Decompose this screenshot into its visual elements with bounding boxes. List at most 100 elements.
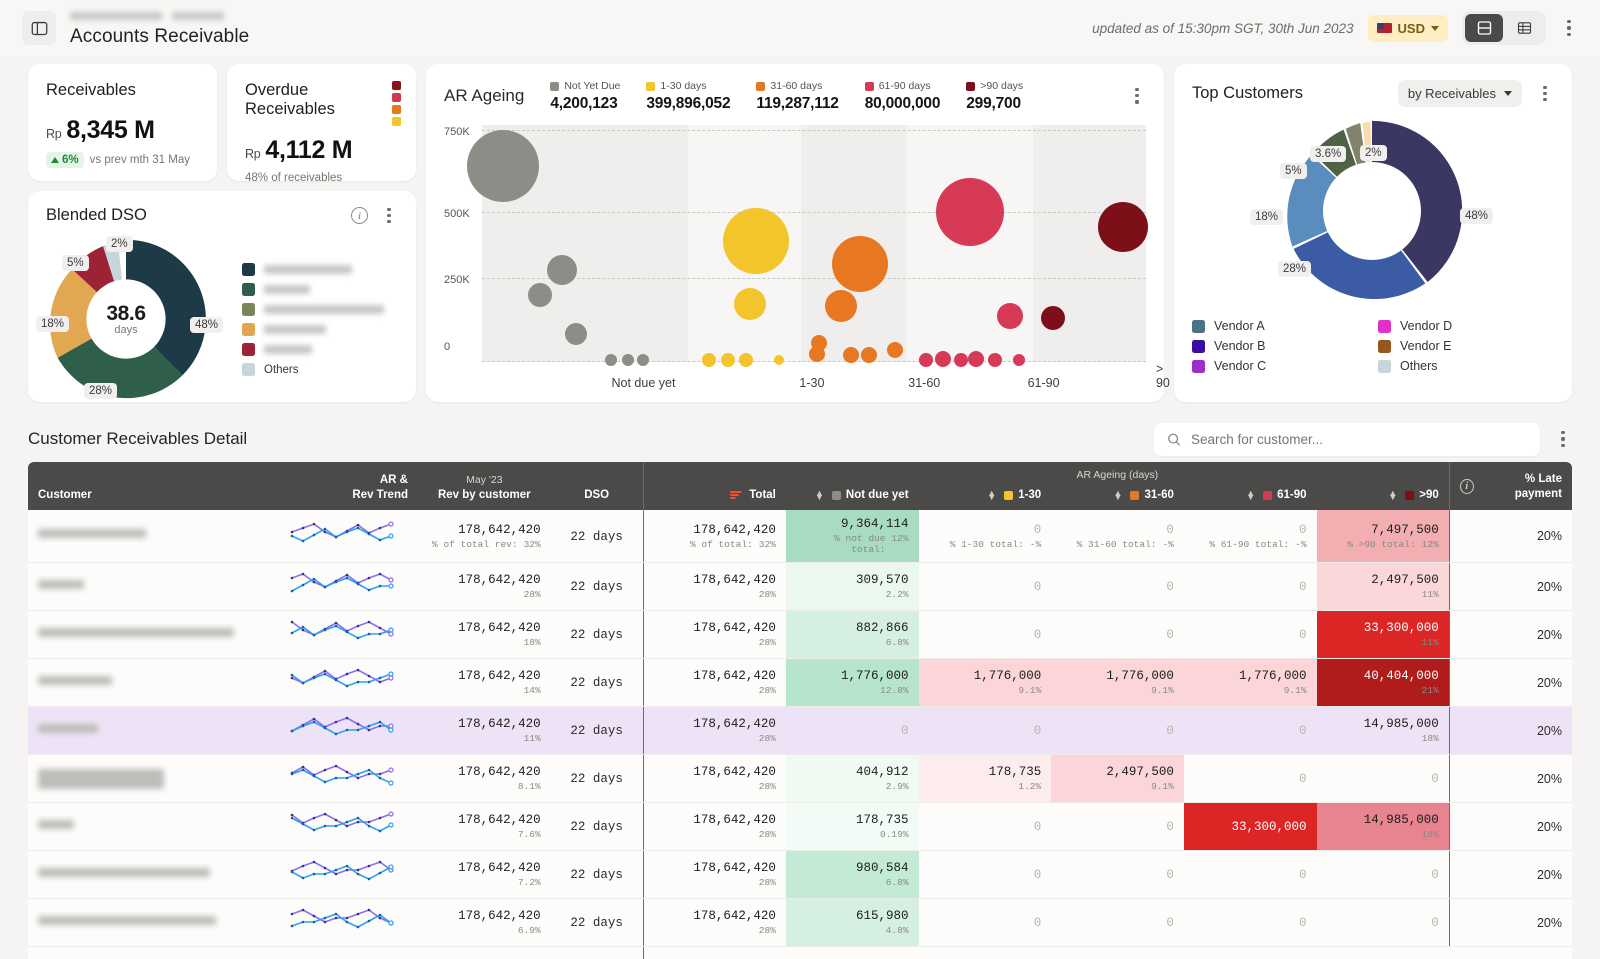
cell-rev-by-customer[interactable]: 178,642,420 8.1% [418, 754, 551, 803]
cell-rev-by-customer[interactable]: 178,642,420 % of total rev: 32% [418, 510, 551, 563]
scatter-bubble[interactable] [722, 207, 789, 274]
cell-customer[interactable] [28, 706, 270, 755]
cell-trend[interactable] [269, 706, 418, 755]
scatter-bubble[interactable] [733, 288, 766, 321]
cell-b90[interactable]: 33,300,000 11% [1316, 610, 1450, 659]
col-61-90[interactable]: ▲ ▼ 61-90 [1183, 483, 1317, 510]
scatter-bubble[interactable] [887, 342, 903, 359]
scatter-bubble[interactable] [832, 236, 889, 293]
cell-b90[interactable]: 14,985,000 18% [1316, 802, 1450, 851]
cell-b61_90[interactable]: 0 [1183, 706, 1317, 755]
cell-trend[interactable] [269, 510, 418, 563]
scatter-bubble[interactable] [918, 352, 933, 367]
cell-b1_30[interactable]: 0 [918, 562, 1052, 611]
sort-icon[interactable]: ▲ ▼ [815, 489, 824, 502]
cell-b31_60[interactable]: 0 [1051, 898, 1184, 947]
top-customers-more-menu[interactable] [1536, 85, 1554, 102]
kpi-card-receivables[interactable]: Receivables Rp 8,345 M 6% vs prev mth 31… [28, 64, 217, 181]
legend-item[interactable] [242, 323, 384, 336]
cell-customer[interactable] [28, 562, 270, 611]
cell-not_due[interactable]: 615,980 4.8% [785, 898, 919, 947]
table-row[interactable]: 178,642,420 7.6% 22 days 178,642,420 28%… [28, 802, 1572, 851]
cell-dso[interactable]: 22 days [550, 898, 644, 947]
cell-total[interactable]: 178,642,420 28% [642, 754, 786, 803]
cell-rev-by-customer[interactable]: 178,642,420 7.2% [418, 850, 551, 899]
cell-trend[interactable] [269, 562, 418, 611]
scatter-bubble[interactable] [988, 352, 1003, 367]
cell-late-payment[interactable]: 20% [1448, 754, 1572, 803]
scatter-bubble[interactable] [1097, 202, 1148, 253]
cell-b1_30[interactable]: 0 [918, 898, 1052, 947]
cell-customer[interactable] [28, 850, 270, 899]
cell-b61_90[interactable]: 1,776,000 9.1% [1183, 658, 1317, 707]
cell-b61_90[interactable]: 0 [1183, 562, 1317, 611]
cell-b90[interactable]: 0 [1316, 850, 1450, 899]
card-view-button[interactable] [1465, 14, 1503, 42]
cell-trend[interactable] [269, 898, 418, 947]
scatter-bubble[interactable] [467, 130, 540, 203]
scatter-bubble[interactable] [1041, 305, 1066, 330]
cell-not_due[interactable]: 404,912 2.9% [785, 754, 919, 803]
cell-customer[interactable] [28, 610, 270, 659]
cell-late-payment[interactable]: 20% [1448, 802, 1572, 851]
cell-rev-by-customer[interactable]: 178,642,420 11% [418, 706, 551, 755]
cell-late-payment[interactable]: 20% [1448, 850, 1572, 899]
ar-ageing-more-menu[interactable] [1128, 88, 1146, 104]
cell-b61_90[interactable]: 0 [1183, 754, 1317, 803]
cell-b61_90[interactable]: 33,300,000 [1183, 802, 1317, 851]
cell-b31_60[interactable]: 0 [1051, 706, 1184, 755]
scatter-bubble[interactable] [1012, 353, 1025, 366]
cell-trend[interactable] [269, 802, 418, 851]
cell-trend[interactable] [269, 850, 418, 899]
cell-total[interactable]: 178,642,420 28% [642, 658, 786, 707]
cell-late-payment[interactable]: 20% [1448, 562, 1572, 611]
scatter-bubble[interactable] [702, 352, 717, 367]
cell-customer[interactable] [28, 754, 270, 803]
blended-dso-donut[interactable]: 38.6 days 48% 28% 18% 5% 2% [36, 231, 226, 402]
legend-item-others[interactable]: Others [242, 363, 384, 376]
cell-late-payment[interactable]: 20% [1448, 658, 1572, 707]
legend-item-others[interactable]: Others [1378, 359, 1554, 373]
legend-item-vendor-e[interactable]: Vendor E [1378, 339, 1554, 353]
sort-icon[interactable]: ▲ ▼ [1246, 489, 1255, 502]
table-row[interactable]: 178,642,420 % of total rev: 32% 22 days 1… [28, 510, 1572, 563]
cell-not_due[interactable]: 1,776,000 12.8% [785, 658, 919, 707]
sort-icon[interactable]: ▲ ▼ [1388, 489, 1397, 502]
cell-b61_90[interactable]: 0 [1183, 850, 1317, 899]
scatter-bubble[interactable] [528, 283, 553, 308]
cell-dso[interactable]: 22 days [550, 610, 644, 659]
cell-total[interactable]: 178,642,420 28% [642, 802, 786, 851]
cell-b90[interactable]: 0 [1316, 898, 1450, 947]
cell-not_due[interactable]: 0 [785, 706, 919, 755]
search-box[interactable] [1154, 422, 1540, 456]
cell-not_due[interactable]: 309,570 2.2% [785, 562, 919, 611]
cell-not_due[interactable]: 9,364,114 % not due total: 12% [785, 510, 919, 563]
cell-customer[interactable] [28, 510, 270, 563]
kpi-card-overdue-receivables[interactable]: Overdue Receivables Rp 4,112 M 48% of re… [227, 64, 416, 184]
cell-rev-by-customer[interactable]: 178,642,420 14% [418, 658, 551, 707]
currency-selector[interactable]: USD [1367, 14, 1448, 42]
cell-not_due[interactable]: 178,735 0.19% [785, 802, 919, 851]
sidebar-toggle-button[interactable] [22, 11, 56, 45]
cell-dso[interactable]: 22 days [550, 850, 644, 899]
cell-b1_30[interactable]: 1,776,000 9.1% [918, 658, 1052, 707]
info-icon[interactable]: i [1459, 479, 1474, 495]
col-1-30[interactable]: ▲ ▼ 1-30 [918, 483, 1052, 510]
cell-b31_60[interactable]: 1,776,000 9.1% [1051, 658, 1184, 707]
cell-customer[interactable] [28, 658, 270, 707]
sort-icon[interactable]: ▲ ▼ [987, 489, 996, 502]
cell-rev-by-customer[interactable]: 178,642,420 18% [418, 610, 551, 659]
cell-dso[interactable]: 22 days [550, 802, 644, 851]
cell-late-payment[interactable]: 20% [1448, 610, 1572, 659]
col-late-payment[interactable]: i % Late payment [1448, 462, 1572, 510]
cell-b1_30[interactable]: 0 [918, 706, 1052, 755]
info-icon[interactable]: i [351, 207, 368, 224]
cell-b61_90[interactable]: 0 % 61-90 total: -% [1183, 510, 1317, 563]
cell-b90[interactable]: 2,497,500 11% [1316, 562, 1450, 611]
cell-total[interactable]: 178,642,420 % of total: 32% [642, 510, 786, 563]
cell-b61_90[interactable]: 0 [1183, 898, 1317, 947]
table-row[interactable]: 178,642,420 28% 22 days 178,642,420 28% … [28, 562, 1572, 611]
cell-trend[interactable] [269, 610, 418, 659]
cell-total[interactable]: 178,642,420 28% [642, 898, 786, 947]
cell-not_due[interactable]: 980,584 6.8% [785, 850, 919, 899]
